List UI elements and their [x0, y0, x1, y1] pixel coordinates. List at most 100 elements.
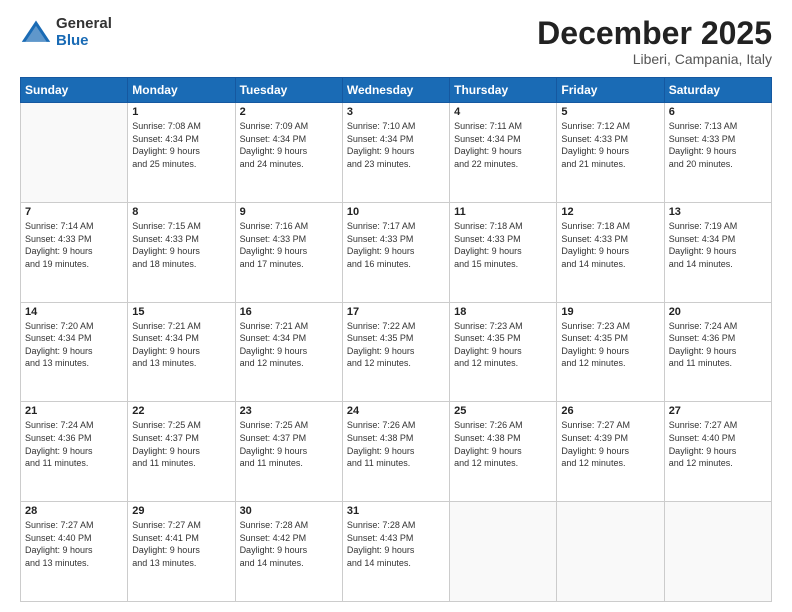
calendar-cell: 10 Sunrise: 7:17 AMSunset: 4:33 PMDayligh…: [342, 202, 449, 302]
calendar-week-row: 14 Sunrise: 7:20 AMSunset: 4:34 PMDayligh…: [21, 302, 772, 402]
logo: General Blue: [20, 16, 112, 49]
logo-text: General Blue: [56, 16, 112, 49]
calendar-cell: 3 Sunrise: 7:10 AMSunset: 4:34 PMDaylight…: [342, 103, 449, 203]
day-number: 24: [347, 405, 445, 417]
weekday-header: Tuesday: [235, 78, 342, 103]
day-number: 23: [240, 405, 338, 417]
day-number: 6: [669, 106, 767, 118]
day-number: 21: [25, 405, 123, 417]
day-number: 17: [347, 306, 445, 318]
title-block: December 2025 Liberi, Campania, Italy: [537, 16, 772, 67]
day-number: 26: [561, 405, 659, 417]
logo-general-text: General: [56, 16, 112, 33]
calendar-cell: 1 Sunrise: 7:08 AMSunset: 4:34 PMDaylight…: [128, 103, 235, 203]
calendar-cell: 30 Sunrise: 7:28 AMSunset: 4:42 PMDayligh…: [235, 502, 342, 602]
daylight-hours: Sunrise: 7:23 AMSunset: 4:35 PMDaylight:…: [454, 320, 552, 370]
day-number: 31: [347, 505, 445, 517]
daylight-hours: Sunrise: 7:26 AMSunset: 4:38 PMDaylight:…: [454, 419, 552, 469]
day-number: 10: [347, 206, 445, 218]
day-number: 27: [669, 405, 767, 417]
day-number: 8: [132, 206, 230, 218]
header: General Blue December 2025 Liberi, Campa…: [20, 16, 772, 67]
calendar-week-row: 21Sunrise: 7:24 AMSunset: 4:36 PMDayligh…: [21, 402, 772, 502]
weekday-header: Sunday: [21, 78, 128, 103]
daylight-hours: Sunrise: 7:17 AMSunset: 4:33 PMDaylight:…: [347, 220, 445, 270]
day-number: 15: [132, 306, 230, 318]
logo-blue-text: Blue: [56, 33, 112, 50]
daylight-hours: Sunrise: 7:16 AMSunset: 4:33 PMDaylight:…: [240, 220, 338, 270]
day-number: 11: [454, 206, 552, 218]
daylight-hours: Sunrise: 7:14 AMSunset: 4:33 PMDaylight:…: [25, 220, 123, 270]
calendar-cell: 24 Sunrise: 7:26 AMSunset: 4:38 PMDayligh…: [342, 402, 449, 502]
calendar-cell: 17 Sunrise: 7:22 AMSunset: 4:35 PMDayligh…: [342, 302, 449, 402]
daylight-hours: Sunrise: 7:27 AMSunset: 4:40 PMDaylight:…: [669, 419, 767, 469]
daylight-hours: Sunrise: 7:11 AMSunset: 4:34 PMDaylight:…: [454, 120, 552, 170]
calendar-cell: 2 Sunrise: 7:09 AMSunset: 4:34 PMDaylight…: [235, 103, 342, 203]
calendar-week-row: 1 Sunrise: 7:08 AMSunset: 4:34 PMDaylight…: [21, 103, 772, 203]
calendar-cell: 16 Sunrise: 7:21 AMSunset: 4:34 PMDayligh…: [235, 302, 342, 402]
calendar-cell: 18 Sunrise: 7:23 AMSunset: 4:35 PMDayligh…: [450, 302, 557, 402]
daylight-hours: Sunrise: 7:08 AMSunset: 4:34 PMDaylight:…: [132, 120, 230, 170]
daylight-hours: Sunrise: 7:24 AMSunset: 4:36 PMDaylight:…: [669, 320, 767, 370]
calendar-cell: [21, 103, 128, 203]
day-number: 16: [240, 306, 338, 318]
calendar-cell: 11 Sunrise: 7:18 AMSunset: 4:33 PMDayligh…: [450, 202, 557, 302]
day-number: 1: [132, 106, 230, 118]
weekday-header: Monday: [128, 78, 235, 103]
daylight-hours: Sunrise: 7:20 AMSunset: 4:34 PMDaylight:…: [25, 320, 123, 370]
calendar-cell: 21Sunrise: 7:24 AMSunset: 4:36 PMDayligh…: [21, 402, 128, 502]
calendar-cell: [557, 502, 664, 602]
daylight-hours: Sunrise: 7:25 AMSunset: 4:37 PMDaylight:…: [132, 419, 230, 469]
daylight-hours: Sunrise: 7:22 AMSunset: 4:35 PMDaylight:…: [347, 320, 445, 370]
calendar-cell: 12Sunrise: 7:18 AMSunset: 4:33 PMDayligh…: [557, 202, 664, 302]
calendar-cell: 28Sunrise: 7:27 AMSunset: 4:40 PMDayligh…: [21, 502, 128, 602]
day-number: 30: [240, 505, 338, 517]
daylight-hours: Sunrise: 7:26 AMSunset: 4:38 PMDaylight:…: [347, 419, 445, 469]
day-number: 7: [25, 206, 123, 218]
daylight-hours: Sunrise: 7:18 AMSunset: 4:33 PMDaylight:…: [561, 220, 659, 270]
location: Liberi, Campania, Italy: [537, 51, 772, 67]
day-number: 5: [561, 106, 659, 118]
day-number: 4: [454, 106, 552, 118]
day-number: 3: [347, 106, 445, 118]
calendar-cell: 7 Sunrise: 7:14 AMSunset: 4:33 PMDaylight…: [21, 202, 128, 302]
calendar-table: SundayMondayTuesdayWednesdayThursdayFrid…: [20, 77, 772, 602]
calendar-cell: 4 Sunrise: 7:11 AMSunset: 4:34 PMDaylight…: [450, 103, 557, 203]
calendar-week-row: 7 Sunrise: 7:14 AMSunset: 4:33 PMDaylight…: [21, 202, 772, 302]
day-number: 20: [669, 306, 767, 318]
day-number: 9: [240, 206, 338, 218]
day-number: 13: [669, 206, 767, 218]
calendar-cell: 23 Sunrise: 7:25 AMSunset: 4:37 PMDayligh…: [235, 402, 342, 502]
day-number: 2: [240, 106, 338, 118]
page: General Blue December 2025 Liberi, Campa…: [0, 0, 792, 612]
day-number: 14: [25, 306, 123, 318]
daylight-hours: Sunrise: 7:19 AMSunset: 4:34 PMDaylight:…: [669, 220, 767, 270]
day-number: 18: [454, 306, 552, 318]
daylight-hours: Sunrise: 7:09 AMSunset: 4:34 PMDaylight:…: [240, 120, 338, 170]
daylight-hours: Sunrise: 7:15 AMSunset: 4:33 PMDaylight:…: [132, 220, 230, 270]
calendar-cell: 13 Sunrise: 7:19 AMSunset: 4:34 PMDayligh…: [664, 202, 771, 302]
month-title: December 2025: [537, 16, 772, 51]
calendar-cell: 19 Sunrise: 7:23 AMSunset: 4:35 PMDayligh…: [557, 302, 664, 402]
calendar-cell: 5Sunrise: 7:12 AMSunset: 4:33 PMDaylight…: [557, 103, 664, 203]
daylight-hours: Sunrise: 7:21 AMSunset: 4:34 PMDaylight:…: [240, 320, 338, 370]
daylight-hours: Sunrise: 7:10 AMSunset: 4:34 PMDaylight:…: [347, 120, 445, 170]
daylight-hours: Sunrise: 7:23 AMSunset: 4:35 PMDaylight:…: [561, 320, 659, 370]
weekday-header: Wednesday: [342, 78, 449, 103]
daylight-hours: Sunrise: 7:27 AMSunset: 4:41 PMDaylight:…: [132, 519, 230, 569]
daylight-hours: Sunrise: 7:13 AMSunset: 4:33 PMDaylight:…: [669, 120, 767, 170]
calendar-cell: 31 Sunrise: 7:28 AMSunset: 4:43 PMDayligh…: [342, 502, 449, 602]
daylight-hours: Sunrise: 7:21 AMSunset: 4:34 PMDaylight:…: [132, 320, 230, 370]
daylight-hours: Sunrise: 7:28 AMSunset: 4:42 PMDaylight:…: [240, 519, 338, 569]
calendar-cell: 6 Sunrise: 7:13 AMSunset: 4:33 PMDaylight…: [664, 103, 771, 203]
daylight-hours: Sunrise: 7:18 AMSunset: 4:33 PMDaylight:…: [454, 220, 552, 270]
weekday-header: Friday: [557, 78, 664, 103]
calendar-cell: 14 Sunrise: 7:20 AMSunset: 4:34 PMDayligh…: [21, 302, 128, 402]
day-number: 22: [132, 405, 230, 417]
weekday-header: Thursday: [450, 78, 557, 103]
daylight-hours: Sunrise: 7:25 AMSunset: 4:37 PMDaylight:…: [240, 419, 338, 469]
calendar-cell: 22 Sunrise: 7:25 AMSunset: 4:37 PMDayligh…: [128, 402, 235, 502]
calendar-cell: 8 Sunrise: 7:15 AMSunset: 4:33 PMDaylight…: [128, 202, 235, 302]
daylight-hours: Sunrise: 7:28 AMSunset: 4:43 PMDaylight:…: [347, 519, 445, 569]
day-number: 19: [561, 306, 659, 318]
